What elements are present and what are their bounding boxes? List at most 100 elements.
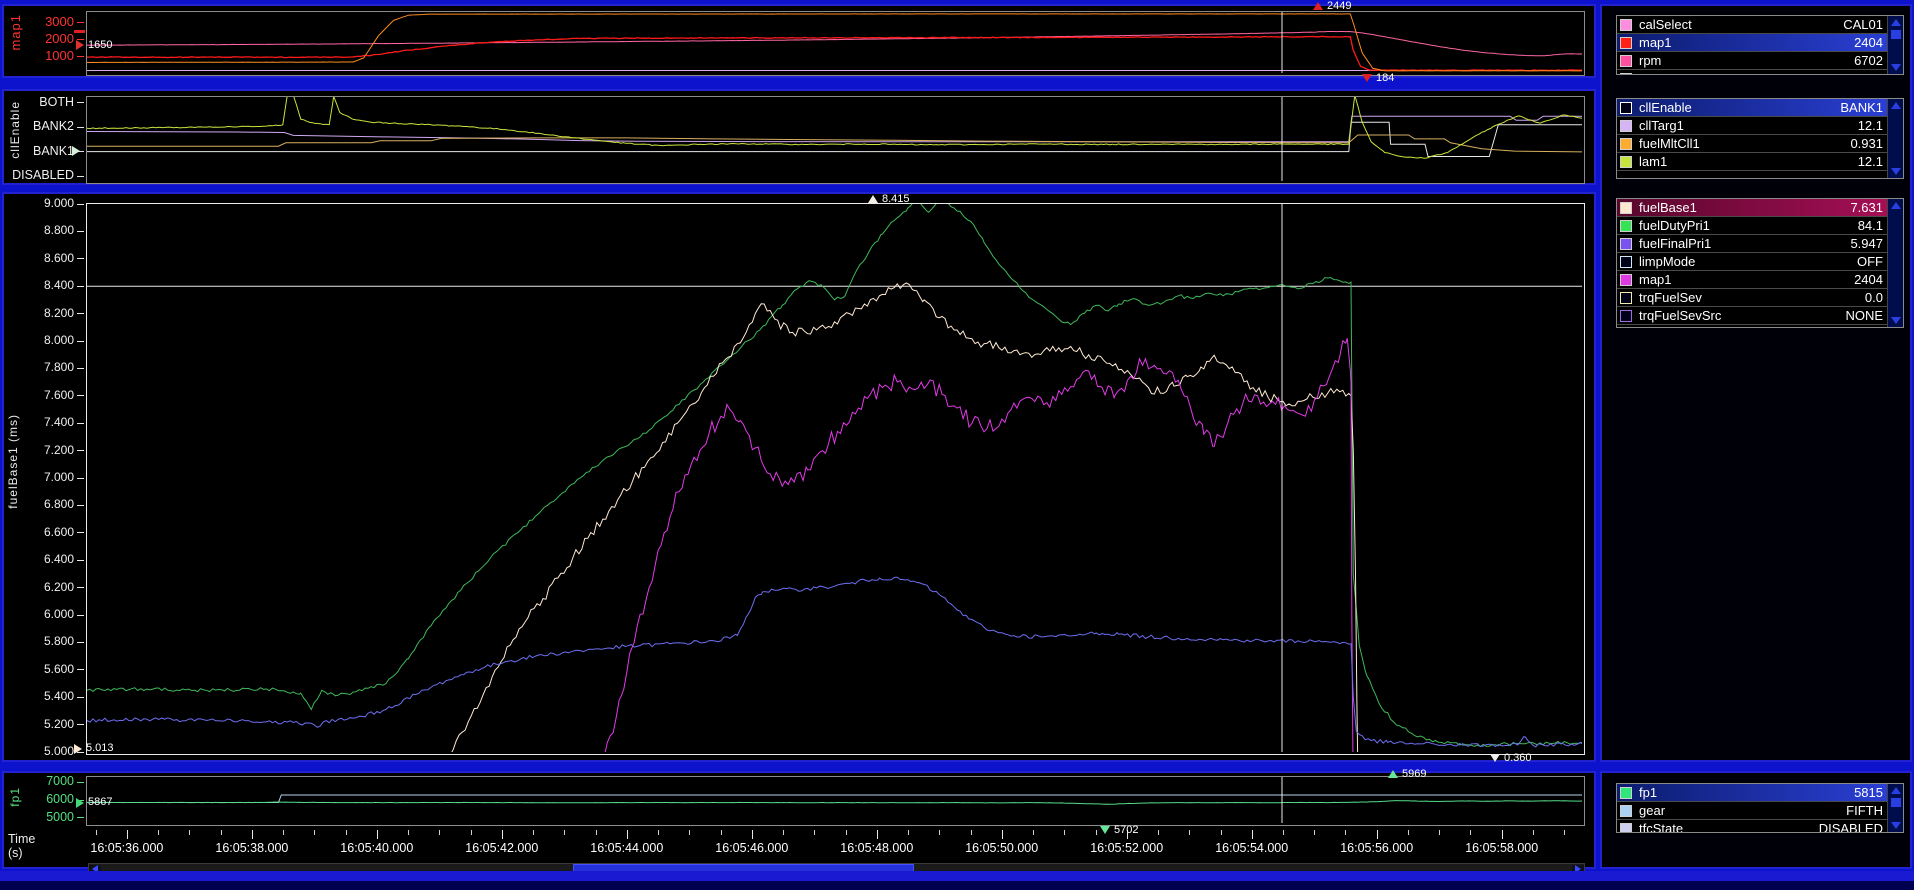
max-triangle-icon [1313, 2, 1323, 10]
legend-row-tps1[interactable]: tps1100.0 [1617, 70, 1887, 75]
legend-row-fuelBase1[interactable]: fuelBase17.631 [1617, 199, 1887, 217]
min-triangle-icon [1490, 754, 1500, 762]
y-tick-mark [77, 231, 84, 232]
legend-row-gear[interactable]: gearFIFTH [1617, 802, 1887, 820]
y-tick-mark [77, 286, 84, 287]
series-swatch-icon [1620, 202, 1632, 214]
scroll-up-icon[interactable] [1891, 102, 1901, 109]
series-swatch-icon [1620, 274, 1632, 286]
y-tick-label: 5.400 [44, 689, 74, 703]
major-tick [502, 830, 503, 839]
trace-fuelMltCll1 [87, 135, 1582, 152]
minor-tick [471, 830, 472, 835]
y-tick-label: 5.000 [44, 744, 74, 758]
y-tick-label: 5.800 [44, 634, 74, 648]
legend-row-map1[interactable]: map12404 [1617, 271, 1887, 289]
legend-label: cllEnable [1639, 100, 1840, 115]
trace-lam1 [87, 97, 1582, 158]
legend-value: 2404 [1854, 35, 1883, 50]
legend-row-calSelect[interactable]: calSelectCAL01 [1617, 16, 1887, 34]
legend-row-map1[interactable]: map12404 [1617, 34, 1887, 52]
bottom-edge [0, 881, 1914, 890]
y-axis-panel2: BOTHBANK2BANK1DISABLED [4, 97, 86, 181]
series-swatch-icon [1620, 73, 1632, 76]
legend-row-cllEnable[interactable]: cllEnableBANK1 [1617, 99, 1887, 117]
minor-tick [783, 830, 784, 835]
y-tick-mark [77, 423, 84, 424]
plot-cll-strip[interactable] [86, 96, 1585, 184]
y-tick-mark [77, 817, 84, 818]
scroll-down-icon[interactable] [1891, 822, 1901, 829]
y-axis-main: 9.0008.8008.6008.4008.2008.0007.8007.600… [4, 204, 86, 752]
marker-bank1-icon [72, 146, 80, 156]
minor-tick [1221, 830, 1222, 835]
time-tick-label: 16:05:48.000 [822, 841, 932, 855]
legend-row-fuelMltCll1[interactable]: fuelMltCll10.931 [1617, 135, 1887, 153]
major-tick [752, 830, 753, 839]
legend-row-fuelDutyPri1[interactable]: fuelDutyPri184.1 [1617, 217, 1887, 235]
plot-main-chart[interactable] [86, 203, 1585, 755]
legend-row-cllTarg1[interactable]: cllTarg112.1 [1617, 117, 1887, 135]
series-swatch-icon [1620, 292, 1632, 304]
legend-scrollbar[interactable] [1887, 16, 1903, 74]
legend-value: 2404 [1854, 272, 1883, 287]
legend-label: cllTarg1 [1639, 118, 1858, 133]
plot-fp1-strip[interactable] [86, 776, 1585, 826]
trace-gear [87, 795, 1582, 803]
scroll-down-icon[interactable] [1891, 168, 1901, 175]
y-tick-label: 5000 [46, 810, 74, 824]
max-triangle-icon [1388, 770, 1398, 778]
minor-tick [564, 830, 565, 835]
legend-label: rpm [1639, 53, 1854, 68]
y-tick-label: BANK2 [33, 119, 74, 133]
scroll-thumb[interactable] [1891, 30, 1901, 39]
legend-value: 6702 [1854, 53, 1883, 68]
y-tick-mark [77, 204, 84, 205]
minor-tick [1408, 830, 1409, 835]
legend-label: map1 [1639, 272, 1854, 287]
time-tick-label: 16:05:56.000 [1322, 841, 1432, 855]
scroll-up-icon[interactable] [1891, 19, 1901, 26]
series-swatch-icon [1620, 787, 1632, 799]
plot-top-strip[interactable] [86, 11, 1585, 76]
legend-value: NONE [1845, 308, 1883, 323]
trace-cllTarg1 [87, 116, 1582, 142]
y-tick-label: 6.200 [44, 580, 74, 594]
series-swatch-icon [1620, 805, 1632, 817]
legend-label: map1 [1639, 35, 1854, 50]
legend-row-fp1[interactable]: fp15815 [1617, 784, 1887, 802]
minor-tick [439, 830, 440, 835]
marker-top-min: 184 [1362, 74, 1394, 85]
y-tick-mark [77, 102, 84, 103]
marker-top-left: 1650 [76, 40, 112, 51]
series-swatch-icon [1620, 823, 1632, 834]
scroll-up-icon[interactable] [1891, 787, 1901, 794]
legend-label: lam1 [1639, 154, 1858, 169]
minor-tick [1564, 830, 1565, 835]
legend-row-rpm[interactable]: rpm6702 [1617, 52, 1887, 70]
scroll-down-icon[interactable] [1891, 317, 1901, 324]
legend-row-limpMode[interactable]: limpModeOFF [1617, 253, 1887, 271]
trace-map1 [87, 36, 1582, 70]
marker-main-max: 8.415 [868, 195, 910, 206]
legend-scrollbar[interactable] [1887, 784, 1903, 832]
trace-fuelDutyPri1 [87, 204, 1582, 747]
legend-row-trqFuelSev[interactable]: trqFuelSev0.0 [1617, 289, 1887, 307]
scroll-thumb[interactable] [1891, 798, 1901, 807]
scroll-down-icon[interactable] [1891, 64, 1901, 71]
minor-tick [1439, 830, 1440, 835]
series-swatch-icon [1620, 19, 1632, 31]
legend-row-fuelFinalPri1[interactable]: fuelFinalPri15.947 [1617, 235, 1887, 253]
time-tick-label: 16:05:42.000 [447, 841, 557, 855]
trace-map1 [601, 338, 1353, 752]
time-tick-label: 16:05:40.000 [322, 841, 432, 855]
scroll-up-icon[interactable] [1891, 202, 1901, 209]
y-tick-mark [77, 697, 84, 698]
legend-row-trqFuelSevSrc[interactable]: trqFuelSevSrcNONE [1617, 307, 1887, 325]
legend-scrollbar[interactable] [1887, 99, 1903, 178]
minor-tick [283, 830, 284, 835]
legend-row-tfcState[interactable]: tfcStateDISABLED [1617, 820, 1887, 833]
legend-scrollbar[interactable] [1887, 199, 1903, 327]
series-swatch-icon [1620, 37, 1632, 49]
legend-row-lam1[interactable]: lam112.1 [1617, 153, 1887, 171]
